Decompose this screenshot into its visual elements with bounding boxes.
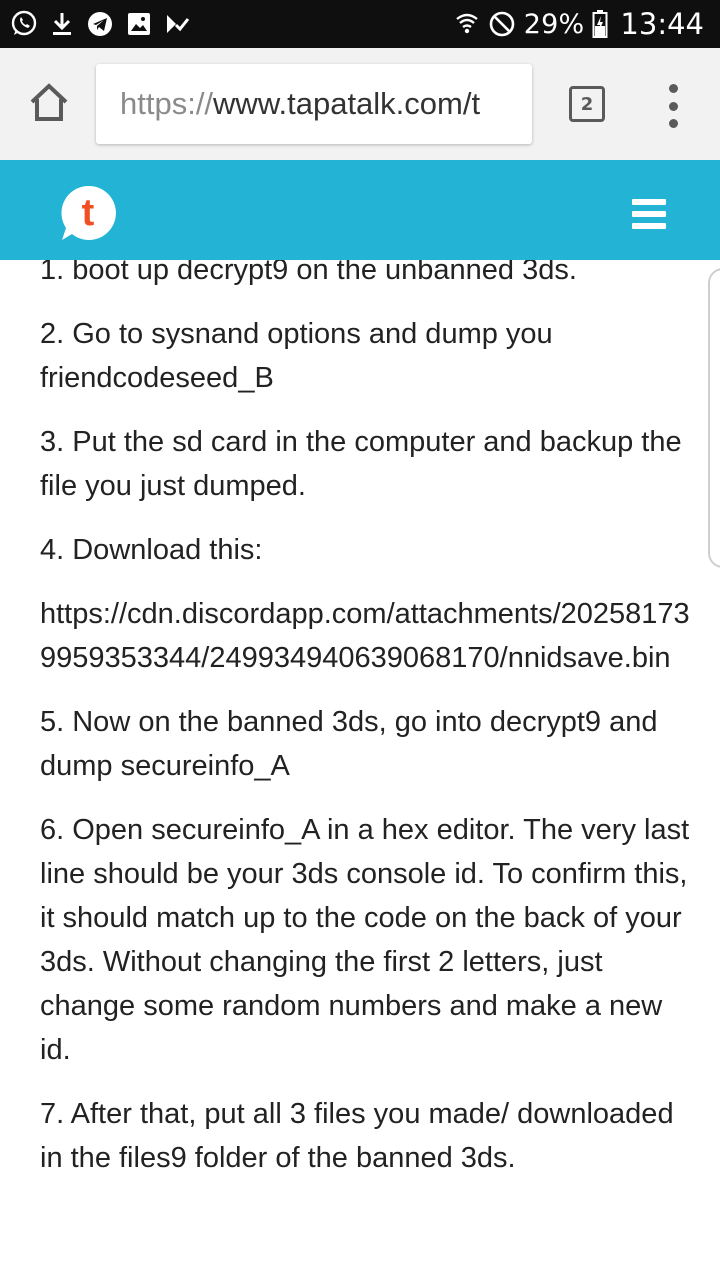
tabs-button[interactable]: 2	[569, 86, 605, 122]
step-7: 7. After that, put all 3 files you made/…	[40, 1098, 674, 1174]
battery-charging-icon	[592, 9, 608, 39]
step-6: 6. Open secureinfo_A in a hex editor. Th…	[40, 814, 690, 1066]
browser-toolbar: https://www.tapatalk.com/t 2	[0, 48, 720, 160]
status-bar: 29% 13:44	[0, 0, 720, 48]
step-4: 4. Download this:	[40, 534, 263, 566]
tapatalk-logo[interactable]: t	[58, 183, 118, 243]
url-text: www.tapatalk.com/t	[213, 86, 481, 121]
wifi-icon	[454, 10, 480, 38]
tasks-icon	[164, 11, 190, 37]
step-5: 5. Now on the banned 3ds, go into decryp…	[40, 706, 658, 782]
step-3: 3. Put the sd card in the computer and b…	[40, 426, 682, 502]
logo-letter: t	[82, 192, 95, 234]
step-1: 1. boot up decrypt9 on the unbanned 3ds.	[40, 260, 577, 286]
whatsapp-icon	[10, 10, 38, 38]
home-icon	[30, 83, 68, 121]
url-scheme: https://	[120, 86, 214, 121]
gallery-icon	[126, 11, 152, 37]
post-content: 1. boot up decrypt9 on the unbanned 3ds.…	[40, 260, 690, 1280]
site-header: t	[0, 160, 720, 260]
do-not-disturb-icon	[488, 10, 516, 38]
telegram-icon	[86, 10, 114, 38]
download-link[interactable]: https://cdn.discordapp.com/attachments/2…	[40, 592, 690, 680]
scroll-edge[interactable]	[708, 268, 720, 568]
system-icons: 29% 13:44	[454, 0, 704, 48]
notification-icons	[10, 6, 190, 42]
hamburger-menu-icon[interactable]	[632, 199, 666, 229]
download-icon	[50, 10, 74, 38]
tab-count: 2	[580, 93, 594, 115]
battery-percent: 29%	[523, 8, 585, 40]
step-2: 2. Go to sysnand options and dump you fr…	[40, 318, 553, 394]
home-button[interactable]	[26, 80, 72, 126]
clock: 13:44	[620, 7, 704, 41]
url-bar[interactable]: https://www.tapatalk.com/t	[96, 64, 532, 144]
more-vert-icon[interactable]	[664, 84, 682, 128]
